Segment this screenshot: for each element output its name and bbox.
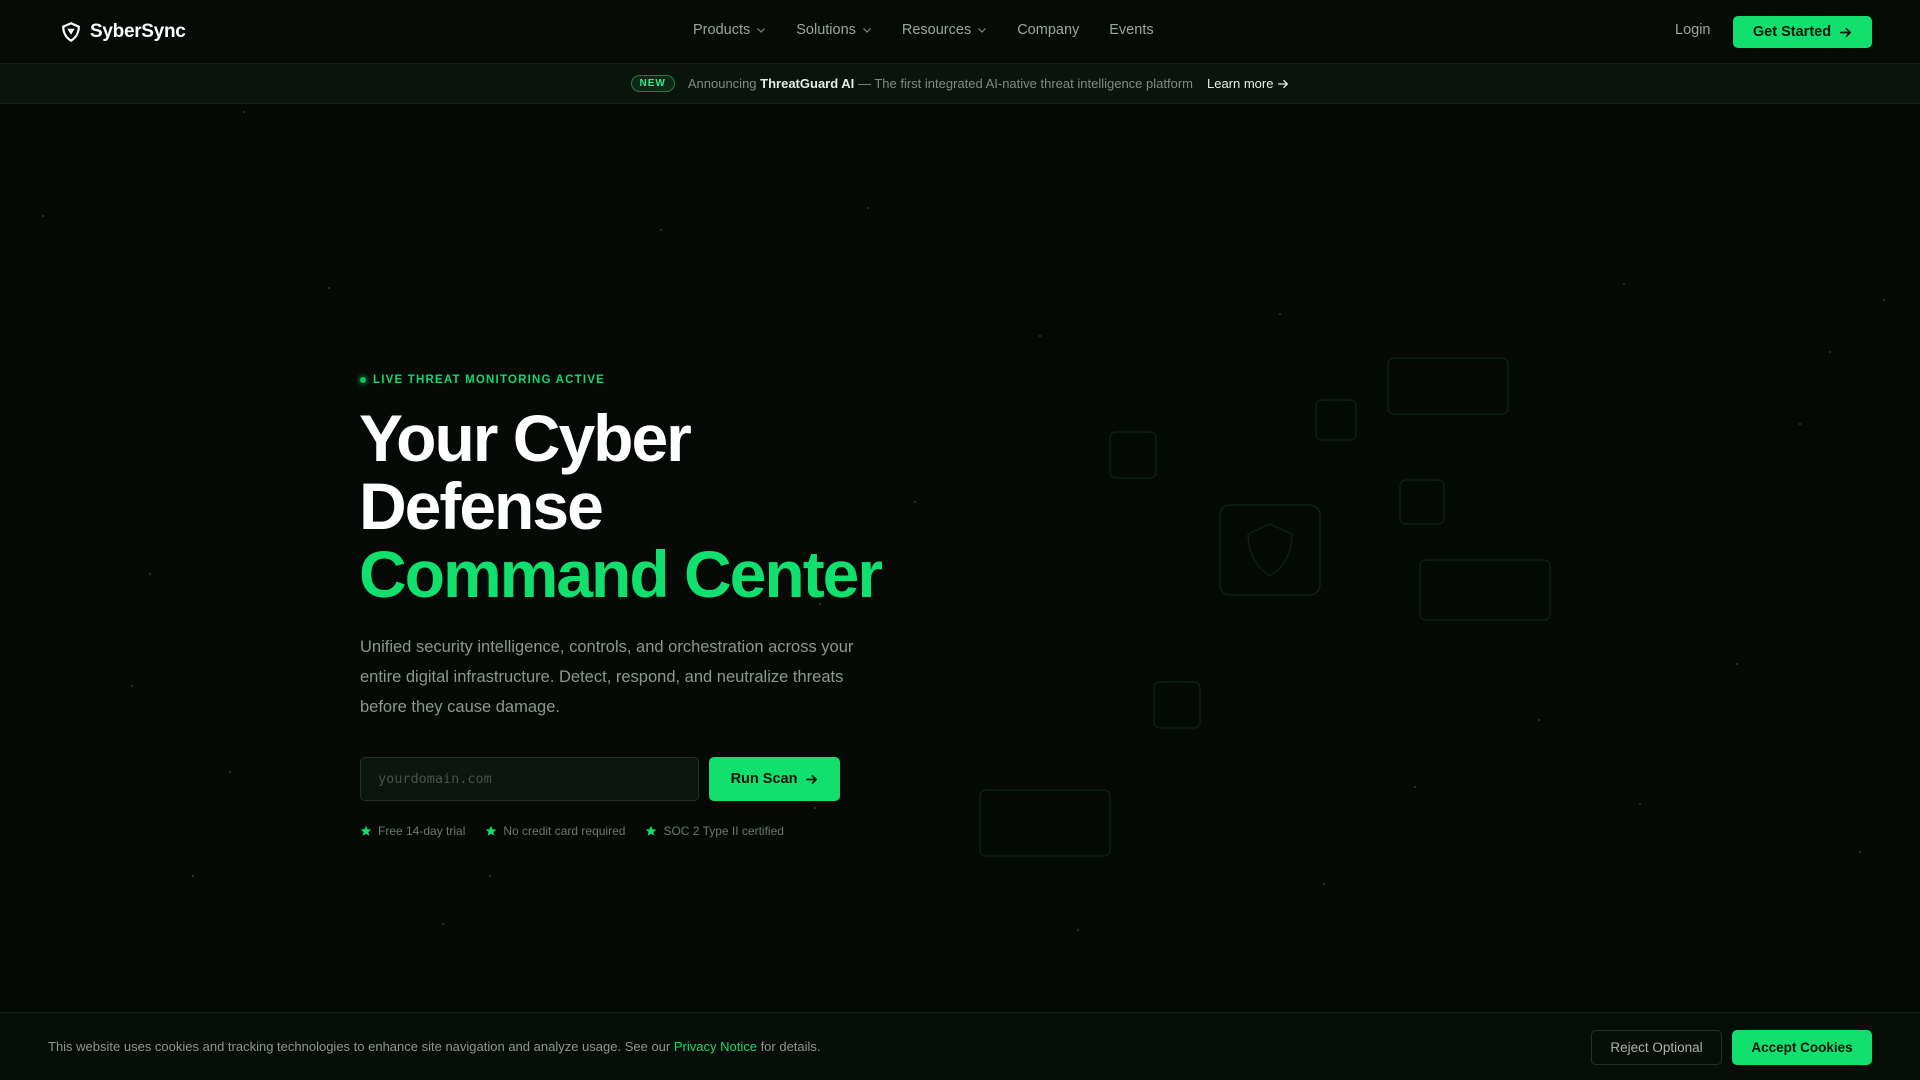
arrow-right-icon: [1278, 79, 1289, 88]
nav-products[interactable]: Products: [693, 22, 766, 38]
get-started-label: Get Started: [1752, 24, 1832, 40]
learn-more-link[interactable]: Learn more: [1207, 76, 1289, 91]
perk-label: SOC 2 Type II certified: [663, 824, 784, 838]
hero-description: Unified security intelligence, controls,…: [360, 638, 854, 716]
nav-resources[interactable]: Resources: [902, 22, 987, 38]
learn-more-label: Learn more: [1206, 76, 1274, 91]
perk-label: No credit card required: [503, 824, 626, 838]
chevron-down-icon: [862, 28, 871, 33]
nav-products-label: Products: [693, 22, 751, 38]
cookie-text-after: for details.: [760, 1039, 821, 1054]
headline-accent: Command Center: [359, 537, 883, 611]
cookie-message: This website uses cookies and tracking t…: [48, 1039, 821, 1054]
perk-label: Free 14-day trial: [378, 824, 466, 838]
star-icon: [646, 825, 657, 836]
perk-item: SOC 2 Type II certified: [645, 824, 784, 838]
status-dot: [360, 377, 366, 383]
chevron-down-icon: [757, 28, 766, 33]
announcement-suffix: — The first integrated AI-native threat …: [857, 76, 1193, 91]
announcement-bar: NEW Announcing ThreatGuard AI — The firs…: [0, 64, 1920, 104]
nav-resources-label: Resources: [901, 22, 972, 38]
announcement-text: Announcing ThreatGuard AI — The first in…: [688, 76, 1193, 91]
brand-logo[interactable]: SyberSync: [60, 20, 186, 44]
cookie-banner: This website uses cookies and tracking t…: [0, 1012, 1920, 1080]
brand-name: SyberSync: [90, 21, 186, 42]
login-link[interactable]: Login: [1675, 22, 1710, 38]
arrow-right-icon: [1840, 27, 1852, 37]
nav-events[interactable]: Events: [1109, 22, 1153, 38]
privacy-notice-link[interactable]: Privacy Notice: [674, 1039, 757, 1054]
threat-map-illustration: [979, 357, 1551, 857]
shield-logo-icon: [62, 22, 80, 42]
run-scan-label: Run Scan: [730, 771, 798, 787]
perk-item: Free 14-day trial: [360, 824, 465, 838]
nav-company[interactable]: Company: [1017, 22, 1079, 38]
reject-optional-button[interactable]: Reject Optional: [1591, 1030, 1722, 1065]
perk-item: No credit card required: [485, 824, 625, 838]
new-badge: NEW: [630, 75, 675, 92]
announcement-prefix: Announcing: [687, 76, 757, 91]
star-icon: [360, 825, 372, 836]
live-status-label: LIVE THREAT MONITORING ACTIVE: [373, 374, 606, 386]
top-navigation: SyberSync Products Solutions Resources C…: [0, 0, 1920, 64]
get-started-button[interactable]: Get Started: [1733, 16, 1872, 48]
primary-nav: Products Solutions Resources Company Eve…: [693, 22, 1154, 38]
live-monitoring-status: LIVE THREAT MONITORING ACTIVE: [360, 374, 605, 386]
star-icon: [486, 825, 497, 836]
arrow-right-icon: [806, 774, 818, 784]
run-scan-button[interactable]: Run Scan: [709, 757, 840, 801]
nav-company-label: Company: [1017, 22, 1080, 38]
accept-cookies-button[interactable]: Accept Cookies: [1732, 1030, 1872, 1065]
announcement-product: ThreatGuard AI: [760, 76, 855, 91]
hero-headline: Your Cyber Defense Command Center: [359, 404, 959, 608]
nav-solutions-label: Solutions: [796, 22, 856, 38]
chevron-down-icon: [978, 28, 987, 33]
domain-input[interactable]: [360, 757, 699, 801]
trial-perks: Free 14-day trial No credit card require…: [360, 824, 784, 838]
nav-events-label: Events: [1109, 22, 1154, 38]
cookie-text-before: This website uses cookies and tracking t…: [48, 1039, 671, 1054]
headline-line-1: Your Cyber: [359, 401, 692, 475]
nav-solutions[interactable]: Solutions: [796, 22, 872, 38]
headline-line-2: Defense: [359, 469, 604, 543]
